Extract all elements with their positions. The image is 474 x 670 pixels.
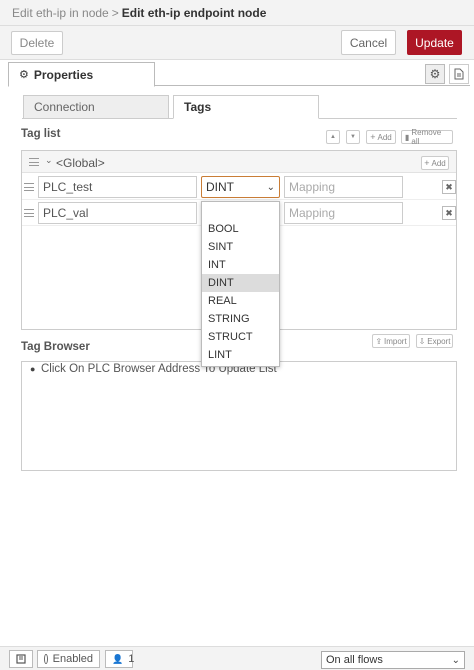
add-tag-button[interactable]: + Add xyxy=(366,130,396,144)
drag-handle-icon[interactable] xyxy=(24,209,34,217)
tab-connection[interactable]: Connection xyxy=(23,95,169,119)
gear-icon: ⚙ xyxy=(429,67,441,81)
tag-list-title: Tag list xyxy=(21,128,61,140)
enabled-label: Enabled xyxy=(52,653,93,665)
download-icon: ⇩ xyxy=(418,336,426,346)
breadcrumb-separator: > xyxy=(111,6,119,20)
breadcrumb-parent[interactable]: Edit eth-ip in node xyxy=(12,6,109,20)
import-button[interactable]: ⇪ Import xyxy=(372,334,410,348)
drag-handle-icon[interactable] xyxy=(24,183,34,191)
type-dropdown-menu: BOOL SINT INT DINT REAL STRING STRUCT LI… xyxy=(201,201,280,367)
tag-type-select[interactable]: DINT ⌄ xyxy=(201,176,280,198)
chevron-down-icon: ⌄ xyxy=(451,654,460,666)
tag-type-value: DINT xyxy=(206,180,234,194)
book-icon xyxy=(16,654,26,664)
tag-browser-title: Tag Browser xyxy=(21,341,90,353)
remove-all-label: Remove all xyxy=(411,128,442,146)
dropdown-option-struct[interactable]: STRUCT xyxy=(202,328,279,346)
delete-row-button[interactable]: ✖ xyxy=(442,206,456,220)
tag-browser-panel xyxy=(21,361,457,471)
add-tag-label: Add xyxy=(377,132,392,142)
dropdown-option-int[interactable]: INT xyxy=(202,256,279,274)
users-button[interactable]: 👤 1 xyxy=(105,650,135,668)
close-icon: ✖ xyxy=(445,207,453,218)
document-icon xyxy=(454,68,464,80)
chevron-up-icon: ▲ xyxy=(330,134,336,140)
tab-tags[interactable]: Tags xyxy=(173,95,319,119)
tag-name-input[interactable]: PLC_test xyxy=(38,176,197,198)
flows-scope-value: On all flows xyxy=(326,654,383,666)
enabled-toggle[interactable]: Enabled xyxy=(37,650,100,668)
mapping-input[interactable]: Mapping xyxy=(284,176,403,198)
tab-properties[interactable]: ⚙ Properties xyxy=(8,62,155,87)
export-label: Export xyxy=(427,336,451,346)
flows-scope-select[interactable]: On all flows ⌄ xyxy=(321,651,465,669)
dropdown-option-lint[interactable]: LINT xyxy=(202,346,279,364)
group-add-button[interactable]: + Add xyxy=(421,156,449,170)
tab-tags-label: Tags xyxy=(184,100,212,114)
upload-icon: ⇪ xyxy=(375,336,383,346)
mapping-input[interactable]: Mapping xyxy=(284,202,403,224)
close-icon: ✖ xyxy=(445,181,453,192)
chevron-down-icon: ⌄ xyxy=(266,181,275,193)
plus-icon: + xyxy=(370,132,376,142)
update-button[interactable]: Update xyxy=(407,30,462,55)
dropdown-option-real[interactable]: REAL xyxy=(202,292,279,310)
breadcrumb-current: Edit eth-ip endpoint node xyxy=(121,6,267,20)
dropdown-blank-option[interactable] xyxy=(202,202,279,220)
description-tab-button[interactable] xyxy=(449,64,469,84)
chevron-down-icon: ▼ xyxy=(350,134,356,140)
import-label: Import xyxy=(384,336,407,346)
tab-properties-label: Properties xyxy=(33,67,94,82)
circle-icon xyxy=(44,654,48,664)
gear-icon: ⚙ xyxy=(19,69,29,81)
dropdown-option-sint[interactable]: SINT xyxy=(202,238,279,256)
tab-connection-label: Connection xyxy=(34,100,95,114)
remove-all-button[interactable]: ▮ Remove all xyxy=(401,128,453,146)
breadcrumb: Edit eth-ip in node > Edit eth-ip endpoint… xyxy=(12,6,266,20)
move-up-button[interactable]: ▲ xyxy=(326,130,340,144)
trash-icon: ▮ xyxy=(405,132,410,142)
chevron-down-icon[interactable]: ⌄ xyxy=(45,155,53,166)
group-add-label: Add xyxy=(431,158,446,168)
user-icon: 👤 xyxy=(112,653,124,664)
bullet-icon: ● xyxy=(30,364,36,374)
editor-toolbar xyxy=(0,26,474,60)
export-button[interactable]: ⇩ Export xyxy=(416,334,453,348)
delete-button[interactable]: Delete xyxy=(11,31,63,55)
delete-row-button[interactable]: ✖ xyxy=(442,180,456,194)
group-label: <Global> xyxy=(56,156,105,170)
settings-tab-button[interactable]: ⚙ xyxy=(425,64,445,84)
tag-name-input[interactable]: PLC_val xyxy=(38,202,197,224)
drag-handle-icon[interactable] xyxy=(29,158,39,166)
appearance-button[interactable] xyxy=(9,650,33,668)
dropdown-option-bool[interactable]: BOOL xyxy=(202,220,279,238)
plus-icon: + xyxy=(424,158,430,168)
dropdown-option-dint[interactable]: DINT xyxy=(202,274,279,292)
user-count: 1 xyxy=(128,653,135,665)
dropdown-option-string[interactable]: STRING xyxy=(202,310,279,328)
move-down-button[interactable]: ▼ xyxy=(346,130,360,144)
cancel-button[interactable]: Cancel xyxy=(341,30,396,55)
